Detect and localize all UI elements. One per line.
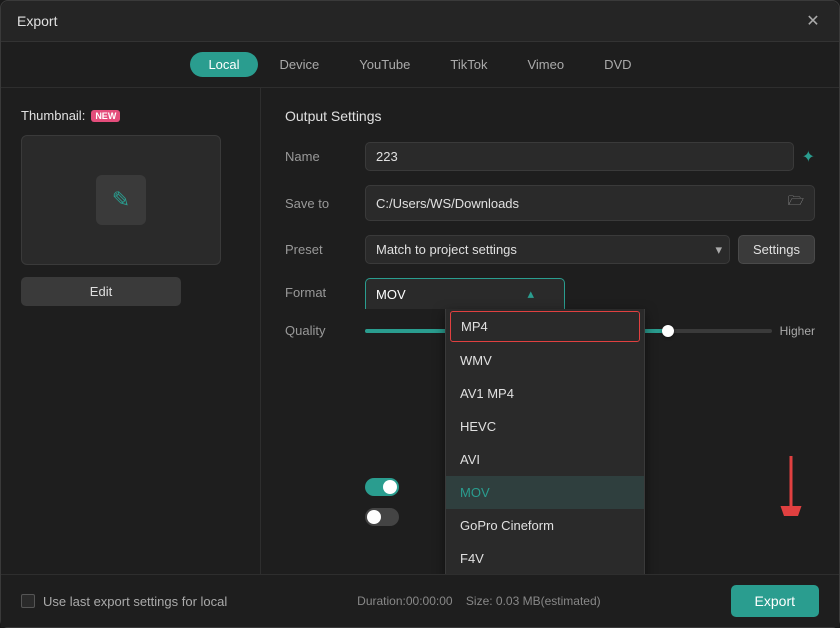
output-settings-title: Output Settings bbox=[285, 108, 815, 124]
arrow-indicator bbox=[771, 456, 811, 519]
toggle-1[interactable] bbox=[365, 478, 399, 496]
format-select-display[interactable]: MOV ▴ bbox=[365, 278, 565, 309]
toggle-2[interactable] bbox=[365, 508, 399, 526]
preset-label: Preset bbox=[285, 242, 365, 257]
right-panel: Output Settings Name ✦ Save to C:/Users/… bbox=[261, 88, 839, 574]
format-option-f4v[interactable]: F4V bbox=[446, 542, 644, 574]
bottom-info: Duration:00:00:00 Size: 0.03 MB(estimate… bbox=[357, 594, 600, 608]
tab-dvd[interactable]: DVD bbox=[586, 52, 649, 77]
title-bar: Export ✕ bbox=[1, 1, 839, 42]
slider-thumb bbox=[662, 325, 674, 337]
edit-button[interactable]: Edit bbox=[21, 277, 181, 306]
format-option-wmv[interactable]: WMV bbox=[446, 344, 644, 377]
save-to-value: C:/Users/WS/Downloads bbox=[376, 196, 519, 211]
format-option-avi[interactable]: AVI bbox=[446, 443, 644, 476]
preset-select[interactable]: Match to project settings bbox=[365, 235, 730, 264]
tab-vimeo[interactable]: Vimeo bbox=[509, 52, 582, 77]
window-title: Export bbox=[17, 13, 57, 29]
format-option-gopro[interactable]: GoPro Cineform bbox=[446, 509, 644, 542]
quality-label: Quality bbox=[285, 323, 365, 338]
checkbox[interactable] bbox=[21, 594, 35, 608]
format-option-mov[interactable]: MOV bbox=[446, 476, 644, 509]
save-to-path[interactable]: C:/Users/WS/Downloads 🗁 bbox=[365, 185, 815, 221]
settings-button[interactable]: Settings bbox=[738, 235, 815, 264]
left-panel: Thumbnail: NEW ✎ Edit bbox=[1, 88, 261, 574]
quality-higher: Higher bbox=[780, 324, 815, 338]
toggle-knob-1 bbox=[383, 480, 397, 494]
format-option-av1mp4[interactable]: AV1 MP4 bbox=[446, 377, 644, 410]
format-label: Format bbox=[285, 278, 365, 300]
thumbnail-box: ✎ bbox=[21, 135, 221, 265]
name-row: Name ✦ bbox=[285, 142, 815, 171]
size-text: Size: 0.03 MB(estimated) bbox=[466, 594, 601, 608]
new-badge: NEW bbox=[91, 110, 120, 122]
save-to-row: Save to C:/Users/WS/Downloads 🗁 bbox=[285, 185, 815, 221]
bottom-bar: Use last export settings for local Durat… bbox=[1, 574, 839, 627]
use-last-checkbox[interactable]: Use last export settings for local bbox=[21, 594, 227, 609]
content-area: Thumbnail: NEW ✎ Edit Output Settings Na… bbox=[1, 88, 839, 574]
folder-icon[interactable]: 🗁 bbox=[788, 192, 804, 214]
thumbnail-label: Thumbnail: NEW bbox=[21, 108, 240, 123]
format-dropdown-list: MP4 WMV AV1 MP4 HEVC AVI MOV GoPro Cinef… bbox=[445, 309, 645, 574]
tab-local[interactable]: Local bbox=[190, 52, 257, 77]
thumbnail-text: Thumbnail: bbox=[21, 108, 85, 123]
toggle-knob-2 bbox=[367, 510, 381, 524]
name-label: Name bbox=[285, 149, 365, 164]
format-select-container: MOV ▴ MP4 WMV AV1 MP4 HEVC AVI MOV GoPro… bbox=[365, 278, 565, 309]
name-input[interactable] bbox=[365, 142, 794, 171]
tab-bar: Local Device YouTube TikTok Vimeo DVD bbox=[1, 42, 839, 88]
export-button[interactable]: Export bbox=[731, 585, 819, 617]
use-last-label: Use last export settings for local bbox=[43, 594, 227, 609]
tab-device[interactable]: Device bbox=[262, 52, 338, 77]
save-to-label: Save to bbox=[285, 196, 365, 211]
ai-icon[interactable]: ✦ bbox=[802, 147, 815, 167]
format-row: Format MOV ▴ MP4 WMV AV1 MP4 HEVC AVI MO… bbox=[285, 278, 815, 309]
duration-text: Duration:00:00:00 bbox=[357, 594, 452, 608]
thumbnail-icon: ✎ bbox=[96, 175, 146, 225]
tab-youtube[interactable]: YouTube bbox=[341, 52, 428, 77]
export-window: Export ✕ Local Device YouTube TikTok Vim… bbox=[0, 0, 840, 628]
close-button[interactable]: ✕ bbox=[803, 11, 823, 31]
format-value: MOV bbox=[376, 287, 406, 302]
format-chevron: ▴ bbox=[527, 286, 534, 302]
format-option-hevc[interactable]: HEVC bbox=[446, 410, 644, 443]
format-option-mp4[interactable]: MP4 bbox=[450, 311, 640, 342]
edit-icon: ✎ bbox=[112, 187, 130, 213]
tab-tiktok[interactable]: TikTok bbox=[432, 52, 505, 77]
preset-row: Preset Match to project settings ▾ Setti… bbox=[285, 235, 815, 264]
preset-select-wrapper: Match to project settings ▾ bbox=[365, 235, 730, 264]
